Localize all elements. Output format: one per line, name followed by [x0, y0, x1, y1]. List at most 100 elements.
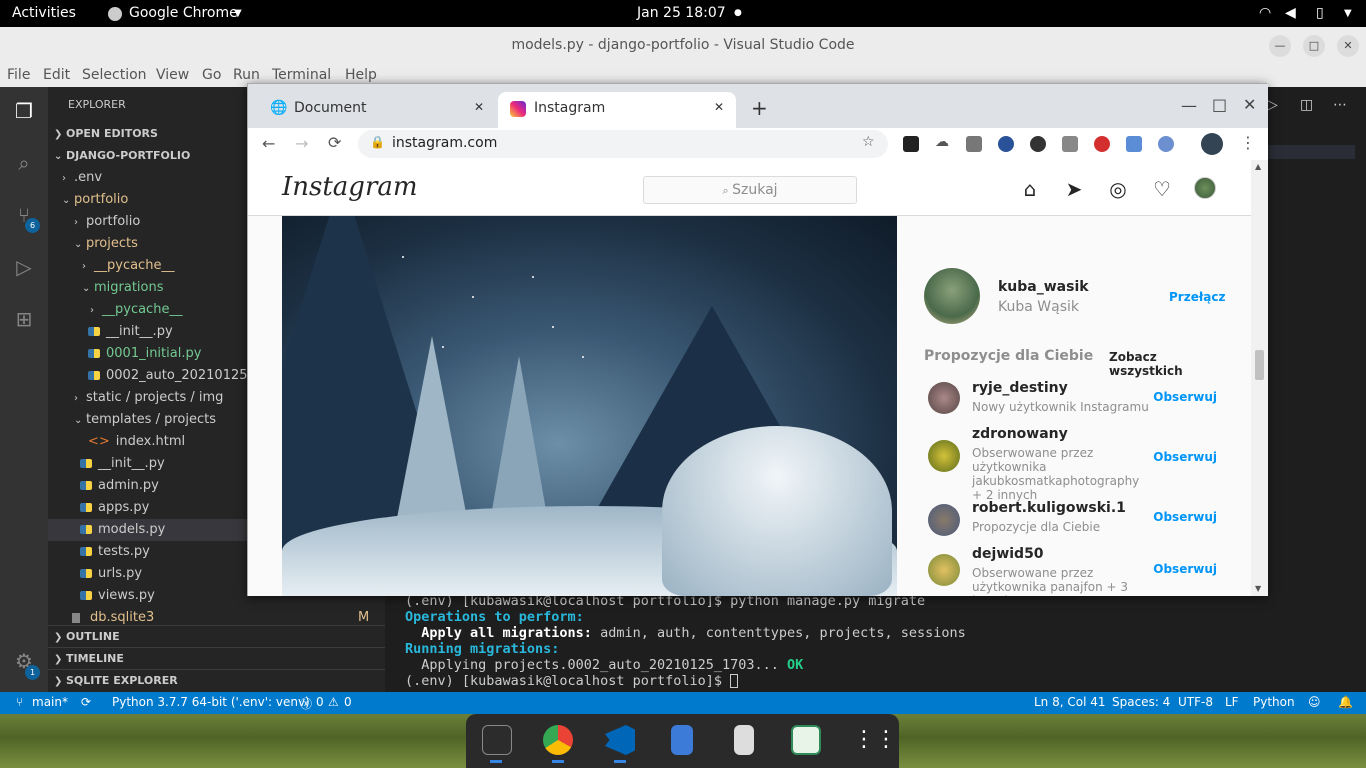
terminal-app-icon[interactable] [482, 725, 512, 755]
address-bar[interactable]: 🔒 instagram.com ☆ [358, 130, 888, 158]
close-tab-icon[interactable]: ✕ [474, 100, 484, 114]
suggestion-name[interactable]: dejwid50 [972, 546, 1044, 562]
encoding[interactable]: UTF-8 [1178, 695, 1213, 709]
volume-icon[interactable]: ◀ [1285, 5, 1296, 21]
suggestion-name[interactable]: zdronowany [972, 426, 1068, 442]
suggestion-name[interactable]: robert.kuligowski.1 [972, 500, 1126, 516]
new-tab-icon[interactable]: + [751, 96, 768, 120]
chrome-app-icon[interactable] [543, 725, 573, 755]
extension-icon[interactable] [1062, 136, 1078, 152]
profile-username[interactable]: kuba_wasik [998, 279, 1089, 295]
profile-avatar[interactable] [924, 268, 980, 324]
activities-button[interactable]: Activities [12, 5, 76, 21]
post-image[interactable] [282, 216, 897, 596]
forward-icon[interactable]: → [295, 134, 308, 153]
language-mode[interactable]: Python [1253, 695, 1295, 709]
warnings-count[interactable]: 0 [344, 695, 352, 709]
scrollbar-thumb[interactable] [1255, 350, 1264, 380]
profile-avatar[interactable] [1194, 177, 1216, 199]
run-file-icon[interactable]: ▷ [1267, 97, 1278, 113]
cursor-position[interactable]: Ln 8, Col 41 [1034, 695, 1106, 709]
extension-icon[interactable] [1158, 136, 1174, 152]
outline-section[interactable]: ❯ OUTLINE [48, 625, 385, 647]
tab-document[interactable]: 🌐 Document ✕ [256, 92, 496, 128]
adblock-icon[interactable] [1094, 136, 1110, 152]
split-editor-icon[interactable]: ◫ [1300, 97, 1313, 113]
menu-help[interactable]: Help [345, 67, 377, 83]
bookmark-star-icon[interactable]: ☆ [862, 134, 875, 150]
menu-run[interactable]: Run [233, 67, 260, 83]
search-input[interactable]: ⌕ Szukaj [643, 176, 857, 204]
minimap[interactable] [1267, 145, 1355, 159]
heart-icon[interactable]: ♡ [1150, 177, 1174, 201]
problems-count[interactable]: 0 [316, 695, 324, 709]
scroll-up-icon[interactable]: ▲ [1255, 162, 1261, 171]
battery-icon[interactable]: ▯ [1316, 5, 1324, 21]
home-icon[interactable]: ⌂ [1018, 177, 1042, 201]
extension-s-icon[interactable] [966, 136, 982, 152]
trash-app-icon[interactable] [791, 725, 821, 755]
sync-icon[interactable]: ⟳ [81, 695, 91, 709]
suggestion-avatar[interactable] [928, 440, 960, 472]
close-icon[interactable]: ✕ [1243, 95, 1256, 114]
bell-icon[interactable]: 🔔 [1338, 695, 1353, 709]
follow-button[interactable]: Obserwuj [1153, 390, 1217, 404]
suggestion-name[interactable]: ryje_destiny [972, 380, 1068, 396]
scroll-down-icon[interactable]: ▼ [1255, 584, 1261, 593]
cloud-icon[interactable]: ☁ [935, 134, 951, 150]
menu-view[interactable]: View [156, 67, 189, 83]
extension-icon[interactable] [1030, 136, 1046, 152]
extensions-icon[interactable]: ⊞ [10, 307, 38, 335]
timeline-section[interactable]: ❯ TIMELINE [48, 647, 385, 669]
page-scrollbar[interactable]: ▲ ▼ [1251, 160, 1268, 596]
menu-file[interactable]: File [7, 67, 30, 83]
tab-instagram[interactable]: Instagram ✕ [498, 92, 736, 128]
direct-message-icon[interactable]: ➤ [1062, 177, 1086, 201]
archive-app-icon[interactable] [734, 725, 754, 755]
follow-button[interactable]: Obserwuj [1153, 562, 1217, 576]
profile-avatar[interactable] [1201, 133, 1223, 155]
python-interpreter[interactable]: Python 3.7.7 64-bit ('.env': venv) [112, 695, 310, 709]
vscode-app-icon[interactable] [605, 725, 635, 755]
follow-button[interactable]: Obserwuj [1153, 450, 1217, 464]
eol[interactable]: LF [1225, 695, 1239, 709]
minimize-icon[interactable]: — [1269, 35, 1291, 57]
extension-icon[interactable] [1126, 136, 1142, 152]
follow-button[interactable]: Obserwuj [1153, 510, 1217, 524]
menu-selection[interactable]: Selection [82, 67, 147, 83]
maximize-icon[interactable]: □ [1212, 95, 1227, 114]
close-icon[interactable]: ✕ [1337, 35, 1359, 57]
more-actions-icon[interactable]: ⋯ [1333, 97, 1347, 113]
branch-status[interactable]: main* [32, 695, 68, 709]
menu-go[interactable]: Go [202, 67, 221, 83]
extension-icon[interactable] [903, 136, 919, 152]
menu-terminal[interactable]: Terminal [272, 67, 331, 83]
kebab-menu-icon[interactable]: ⋮ [1240, 133, 1256, 152]
see-all-button[interactable]: Zobacz wszystkich [1109, 350, 1224, 378]
feedback-icon[interactable]: ☺ [1308, 695, 1321, 709]
explore-compass-icon[interactable]: ◎ [1106, 177, 1130, 201]
terminal-prompt[interactable]: (.env) [kubawasik@localhost portfolio]$ [405, 673, 739, 689]
sqlite-explorer-section[interactable]: ❯ SQLITE EXPLORER [48, 669, 385, 691]
maximize-icon[interactable]: □ [1303, 35, 1325, 57]
indentation[interactable]: Spaces: 4 [1112, 695, 1170, 709]
explorer-icon[interactable]: ❐ [10, 99, 38, 127]
suggestion-avatar[interactable] [928, 504, 960, 536]
extension-icon[interactable] [998, 136, 1014, 152]
minimize-icon[interactable]: — [1181, 96, 1197, 115]
back-icon[interactable]: ← [262, 134, 275, 153]
close-tab-icon[interactable]: ✕ [714, 100, 724, 114]
search-icon[interactable]: ⌕ [10, 151, 38, 179]
switch-account-button[interactable]: Przełącz [1169, 290, 1225, 304]
text-editor-app-icon[interactable] [671, 725, 693, 755]
run-debug-icon[interactable]: ▷ [10, 255, 38, 283]
instagram-logo[interactable]: Instagram [282, 172, 418, 202]
app-menu[interactable]: Google Chrome [129, 5, 238, 21]
app-grid-icon[interactable]: ⋮⋮ [853, 725, 897, 755]
menu-edit[interactable]: Edit [43, 67, 70, 83]
suggestion-avatar[interactable] [928, 382, 960, 414]
system-menu-icon[interactable]: ▼ [1344, 8, 1352, 19]
reload-icon[interactable]: ⟳ [328, 133, 341, 152]
wifi-icon[interactable]: ◠ [1259, 5, 1271, 21]
clock[interactable]: Jan 25 18:07 [637, 5, 726, 21]
